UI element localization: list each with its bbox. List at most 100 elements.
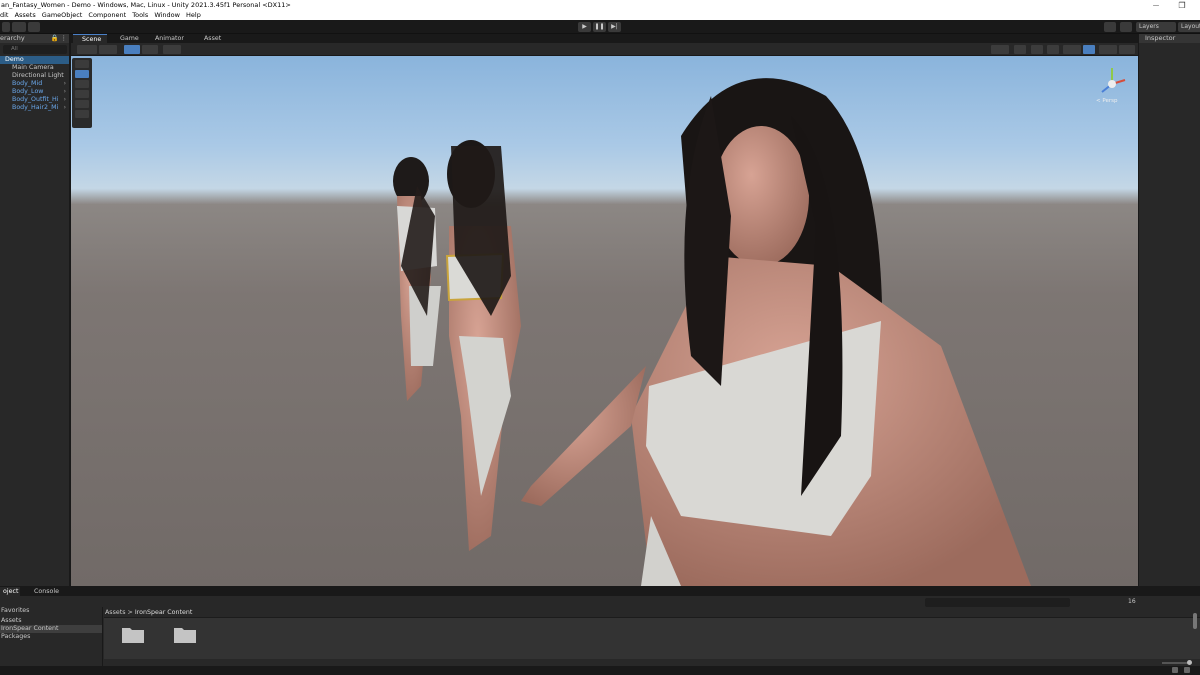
tree-favorites[interactable]: Favorites bbox=[0, 607, 102, 615]
breadcrumb-assets[interactable]: Assets bbox=[105, 609, 126, 616]
account-button[interactable] bbox=[2, 22, 10, 32]
inspector-tab[interactable]: Inspector bbox=[1139, 34, 1200, 43]
transform-tool-icon[interactable] bbox=[75, 110, 89, 118]
gizmos-dropdown[interactable] bbox=[1119, 45, 1135, 54]
notification-icon[interactable] bbox=[1184, 667, 1190, 673]
tab-label: oject bbox=[3, 588, 19, 595]
breadcrumb: Assets > IronSpear Content bbox=[104, 607, 1200, 618]
menu-bar: dit Assets GameObject Component Tools Wi… bbox=[0, 11, 1200, 20]
pivot-toggle[interactable] bbox=[124, 45, 140, 54]
project-tab-bar: oject Console bbox=[0, 587, 1200, 596]
rotate-tool-icon[interactable] bbox=[75, 80, 89, 88]
draw-mode-dropdown[interactable] bbox=[77, 45, 97, 54]
progress-icon[interactable] bbox=[1172, 667, 1178, 673]
minimize-button[interactable]: — bbox=[1148, 0, 1164, 11]
more-icon[interactable]: ⋮ bbox=[61, 34, 68, 43]
tab-animator[interactable]: Animator bbox=[148, 34, 192, 43]
chevron-right-icon: › bbox=[63, 96, 66, 103]
tab-game[interactable]: Game bbox=[111, 34, 145, 43]
orientation-gizmo[interactable]: < Persp bbox=[1092, 64, 1132, 108]
scene-viewport[interactable]: < Persp bbox=[71, 56, 1138, 586]
hierarchy-search-input[interactable]: All bbox=[3, 45, 67, 54]
item-label: Main Camera bbox=[12, 64, 54, 71]
hierarchy-root-demo[interactable]: Demo bbox=[0, 56, 69, 64]
status-bar bbox=[0, 666, 1200, 675]
tree-packages[interactable]: Packages bbox=[0, 633, 102, 641]
layers-dropdown[interactable]: Layers bbox=[1136, 22, 1176, 32]
item-label: Body_Outfit_Hi bbox=[12, 96, 59, 103]
inspector-panel: Inspector bbox=[1139, 34, 1200, 586]
menu-gameobject[interactable]: GameObject bbox=[42, 11, 83, 19]
search-icon[interactable] bbox=[1120, 22, 1132, 32]
icon-size-slider[interactable] bbox=[1162, 660, 1192, 665]
project-scrollbar[interactable] bbox=[1193, 613, 1197, 629]
project-browser: Assets > IronSpear Content bbox=[104, 607, 1200, 667]
chevron-right-icon: › bbox=[63, 88, 66, 95]
scale-tool-icon[interactable] bbox=[75, 90, 89, 98]
window-title: an_Fantasy_Women - Demo - Windows, Mac, … bbox=[1, 1, 291, 9]
hierarchy-item-main-camera[interactable]: Main Camera bbox=[0, 64, 69, 72]
character-model-front bbox=[521, 78, 1031, 586]
lock-icon[interactable]: 🔒 bbox=[51, 34, 59, 43]
folder-icon[interactable] bbox=[122, 625, 144, 643]
scene-view-toolbar bbox=[71, 43, 1138, 56]
slider-handle[interactable] bbox=[1187, 660, 1192, 665]
scene-tab-bar: Scene Game Animator Asset Store bbox=[71, 34, 1138, 51]
step-button[interactable]: ▶| bbox=[608, 22, 621, 32]
global-toggle[interactable] bbox=[142, 45, 158, 54]
tab-label: Animator bbox=[155, 35, 184, 42]
render-mode-dropdown[interactable] bbox=[991, 45, 1009, 54]
tab-scene[interactable]: Scene bbox=[73, 34, 107, 43]
tab-asset-store[interactable]: Asset Store bbox=[195, 34, 241, 51]
hierarchy-panel: erarchy 🔒 ⋮ All Demo Main Camera Directi… bbox=[0, 34, 70, 586]
rect-tool-icon[interactable] bbox=[75, 100, 89, 108]
project-search-input[interactable] bbox=[925, 598, 1070, 607]
tab-console[interactable]: Console bbox=[24, 587, 60, 596]
cloud-icon[interactable] bbox=[12, 22, 26, 32]
pause-button[interactable]: ❚❚ bbox=[593, 22, 606, 32]
history-icon[interactable] bbox=[1104, 22, 1116, 32]
unity-editor: an_Fantasy_Women - Demo - Windows, Mac, … bbox=[0, 0, 1200, 675]
menu-help[interactable]: Help bbox=[186, 11, 201, 19]
move-tool-icon[interactable] bbox=[75, 70, 89, 78]
hidden-objects-toggle[interactable] bbox=[1083, 45, 1095, 54]
scene-render bbox=[393, 78, 1031, 586]
hierarchy-item-directional-light[interactable]: Directional Light bbox=[0, 72, 69, 80]
tab-label: Scene bbox=[82, 36, 102, 43]
maximize-button[interactable]: ❐ bbox=[1174, 0, 1190, 11]
2d-toggle[interactable] bbox=[1014, 45, 1026, 54]
menu-edit[interactable]: dit bbox=[0, 11, 8, 19]
menu-tools[interactable]: Tools bbox=[132, 11, 148, 19]
play-button[interactable]: ▶ bbox=[578, 22, 591, 32]
menu-window[interactable]: Window bbox=[154, 11, 180, 19]
lighting-toggle[interactable] bbox=[1031, 45, 1043, 54]
effects-dropdown[interactable] bbox=[1063, 45, 1081, 54]
item-label: Body_Mid bbox=[12, 80, 43, 87]
root-label: Demo bbox=[5, 56, 24, 63]
hierarchy-item-body-hair[interactable]: Body_Hair2_Mi › bbox=[0, 104, 69, 112]
menu-component[interactable]: Component bbox=[88, 11, 126, 19]
layout-dropdown[interactable]: Layout bbox=[1178, 22, 1200, 32]
breadcrumb-ironspear[interactable]: IronSpear Content bbox=[135, 609, 193, 616]
tab-project[interactable]: oject bbox=[0, 587, 20, 596]
menu-assets[interactable]: Assets bbox=[15, 11, 36, 19]
breadcrumb-separator: > bbox=[127, 609, 133, 616]
services-icon[interactable] bbox=[28, 22, 40, 32]
hierarchy-item-body-low[interactable]: Body_Low › bbox=[0, 88, 69, 96]
folder-icon[interactable] bbox=[174, 625, 196, 643]
project-tree: Favorites Assets IronSpear Content Packa… bbox=[0, 607, 103, 667]
audio-toggle[interactable] bbox=[1047, 45, 1059, 54]
character-model-middle bbox=[445, 140, 521, 551]
hierarchy-item-body-outfit[interactable]: Body_Outfit_Hi › bbox=[0, 96, 69, 104]
tree-ironspear-content[interactable]: IronSpear Content bbox=[0, 625, 102, 633]
camera-dropdown[interactable] bbox=[1099, 45, 1117, 54]
tree-assets[interactable]: Assets bbox=[0, 617, 102, 625]
main-toolbar: ▶ ❚❚ ▶| Layers Layout bbox=[0, 20, 1200, 34]
shading-dropdown[interactable] bbox=[99, 45, 117, 54]
hierarchy-item-body-mid[interactable]: Body_Mid › bbox=[0, 80, 69, 88]
item-label: Directional Light bbox=[12, 72, 64, 79]
item-label: Body_Low bbox=[12, 88, 44, 95]
hand-tool-icon[interactable] bbox=[75, 60, 89, 68]
hierarchy-tab[interactable]: erarchy 🔒 ⋮ bbox=[0, 34, 69, 43]
snap-dropdown[interactable] bbox=[163, 45, 181, 54]
